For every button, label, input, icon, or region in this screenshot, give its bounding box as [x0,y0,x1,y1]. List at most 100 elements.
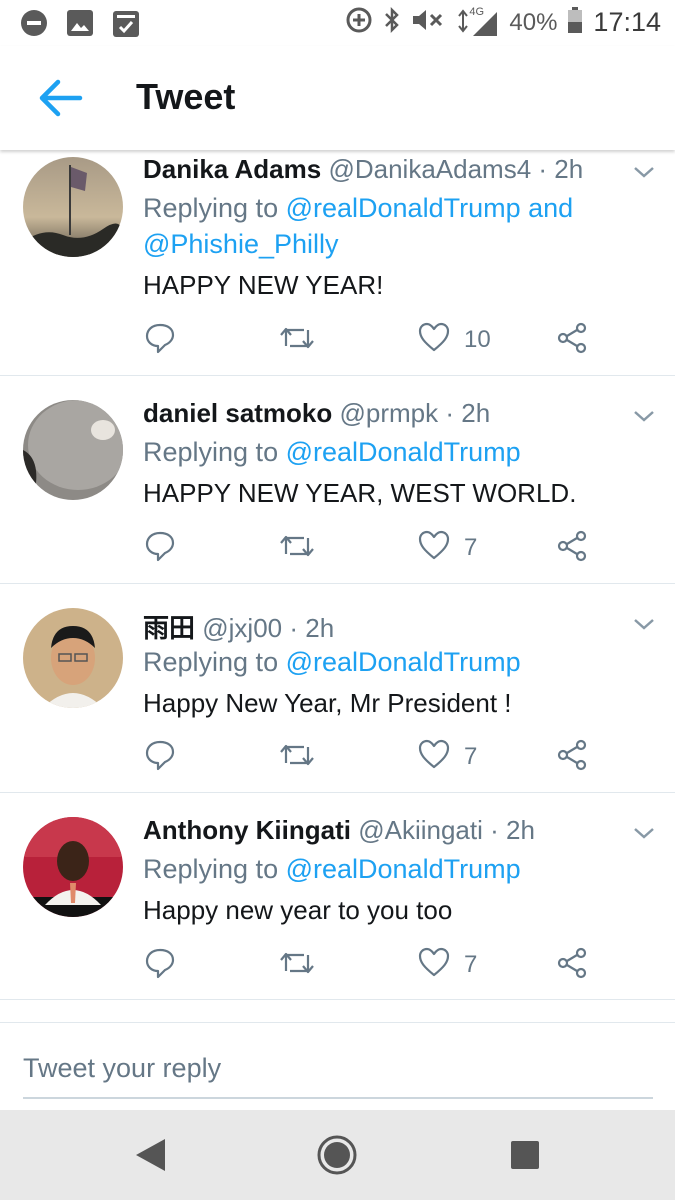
battery-percent: 40% [509,8,558,36]
author-name[interactable]: daniel satmoko [143,398,332,428]
back-button[interactable] [36,78,84,118]
like-count: 7 [464,533,478,561]
heart-icon [418,947,450,982]
replying-to-label: Replying to [143,647,286,677]
tweet-time: · 2h [289,613,335,643]
heart-icon [418,322,450,357]
mention-joiner[interactable]: and [521,193,573,223]
nav-recents-button[interactable] [510,1140,540,1175]
tweet-item[interactable]: 雨田 @jxj00 · 2h Replying to @realDonaldTr… [0,584,675,793]
author-name[interactable]: Anthony Kiingati [143,815,351,845]
replying-to: Replying to @realDonaldTrump and @Phishi… [143,190,573,262]
reply-input[interactable]: Tweet your reply [23,1045,653,1099]
like-button[interactable]: 7 [418,947,477,982]
tweet-time: · 2h [445,398,491,428]
top-app-bar: Tweet [0,46,675,150]
network-4g-icon: 4G [455,6,499,38]
nav-home-button[interactable] [316,1134,358,1181]
tweet-menu-button[interactable] [632,164,656,180]
reply-input-placeholder: Tweet your reply [23,1053,222,1083]
author-handle[interactable]: @prmpk [340,398,439,428]
reply-button[interactable] [144,739,176,776]
share-button[interactable] [556,322,588,359]
tweet-item[interactable]: Anthony Kiingati @Akiingati · 2h Replyin… [0,793,675,1000]
share-icon [556,530,588,567]
reply-icon [144,947,176,984]
tweet-item[interactable]: Danika Adams @DanikaAdams4 · 2h Replying… [0,150,675,376]
author-handle[interactable]: @Akiingati [358,815,483,845]
like-button[interactable]: 7 [418,530,477,565]
mention-link[interactable]: @Phishie_Philly [143,229,339,259]
share-icon [556,739,588,776]
home-circle-icon [316,1135,358,1180]
back-triangle-icon [132,1139,168,1179]
share-icon [556,322,588,359]
retweet-button[interactable] [278,741,316,774]
mention-link[interactable]: @realDonaldTrump [286,854,521,884]
retweet-icon [278,741,316,774]
share-button[interactable] [556,530,588,567]
author-handle[interactable]: @jxj00 [202,613,282,643]
retweet-icon [278,949,316,982]
retweet-button[interactable] [278,532,316,565]
avatar[interactable] [23,157,123,257]
tweet-text: Happy New Year, Mr President ! [143,688,512,718]
replying-to: Replying to @realDonaldTrump [143,851,521,887]
reply-button[interactable] [144,322,176,359]
author-handle[interactable]: @DanikaAdams4 [328,154,531,184]
replying-to-label: Replying to [143,193,286,223]
reply-icon [144,530,176,567]
like-button[interactable]: 10 [418,322,491,357]
nav-back-button[interactable] [132,1135,168,1180]
chevron-down-icon [632,167,656,184]
minus-circle-icon [20,9,48,42]
replying-to: Replying to @realDonaldTrump [143,644,521,680]
tweet-time: · 2h [490,815,535,845]
volume-muted-icon [411,6,445,39]
clipboard-check-icon [112,8,140,43]
reply-button[interactable] [144,530,176,567]
mention-link[interactable]: @realDonaldTrump [286,193,521,223]
clock: 17:14 [593,7,661,37]
tweet-text: HAPPY NEW YEAR, WEST WORLD. [143,478,577,508]
tweet-header: daniel satmoko @prmpk · 2h [143,398,490,429]
chevron-down-icon [632,411,656,428]
avatar[interactable] [23,817,123,917]
tweet-menu-button[interactable] [632,616,656,632]
avatar[interactable] [23,608,123,708]
tweet-item[interactable]: daniel satmoko @prmpk · 2h Replying to @… [0,376,675,584]
page-title: Tweet [136,76,236,117]
battery-icon [567,6,583,39]
heart-icon [418,739,450,774]
bluetooth-icon [383,6,401,39]
mention-link[interactable]: @realDonaldTrump [286,647,521,677]
author-name[interactable]: 雨田 [143,613,195,643]
retweet-button[interactable] [278,949,316,982]
reply-button[interactable] [144,947,176,984]
reply-icon [144,739,176,776]
tweet-menu-button[interactable] [632,408,656,424]
heart-icon [418,530,450,565]
data-saver-icon [345,6,373,39]
retweet-icon [278,324,316,357]
replying-to-label: Replying to [143,854,286,884]
author-name[interactable]: Danika Adams [143,154,321,184]
replying-to-label: Replying to [143,437,286,467]
tweet-header: Danika Adams @DanikaAdams4 · 2h [143,154,583,185]
tweet-text: HAPPY NEW YEAR! [143,270,384,300]
like-count: 7 [464,950,478,978]
mention-link[interactable]: @realDonaldTrump [286,437,521,467]
share-button[interactable] [556,947,588,984]
tweet-menu-button[interactable] [632,825,656,841]
system-nav-bar [0,1110,675,1200]
back-arrow-icon [36,79,84,122]
composer-divider [0,1022,675,1023]
reply-icon [144,322,176,359]
retweet-button[interactable] [278,324,316,357]
chevron-down-icon [632,619,656,636]
avatar[interactable] [23,400,123,500]
like-count: 7 [464,742,478,770]
status-bar: 4G 40% 17:14 [0,0,675,46]
share-button[interactable] [556,739,588,776]
like-button[interactable]: 7 [418,739,477,774]
